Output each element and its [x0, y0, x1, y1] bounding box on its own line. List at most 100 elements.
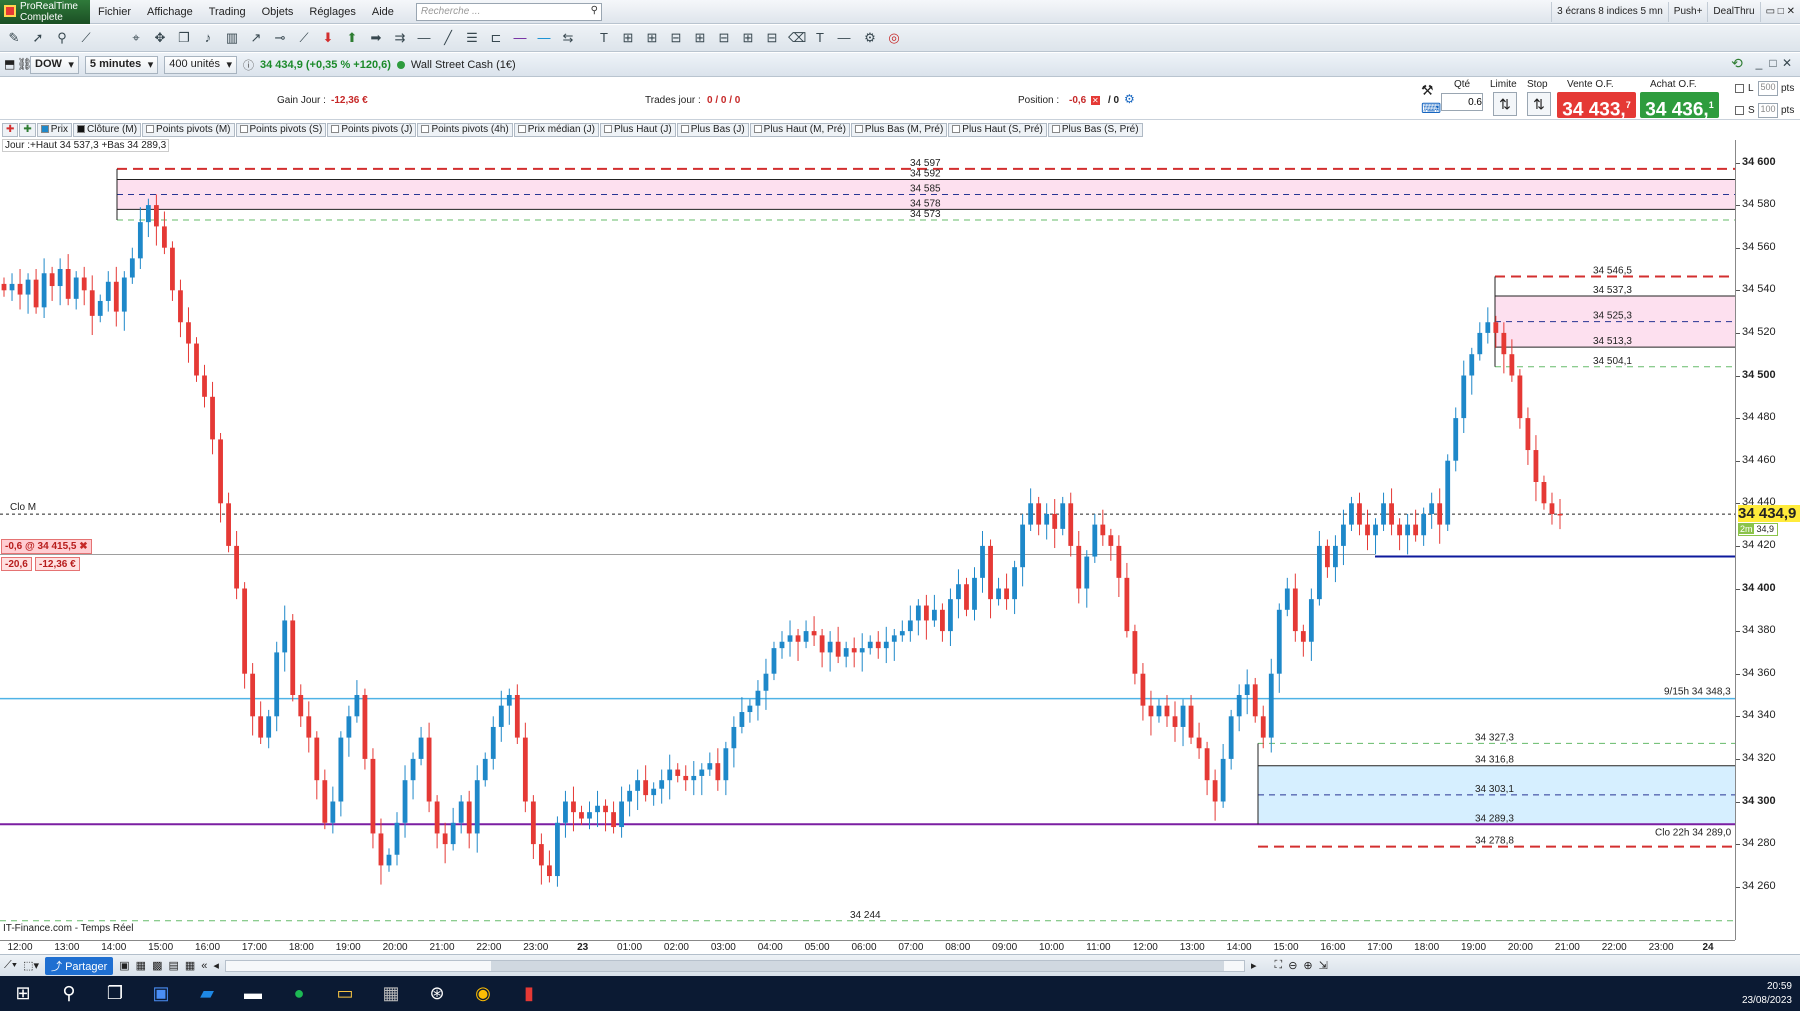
spotify-icon[interactable]: ●	[276, 976, 322, 1011]
zoom-in-icon[interactable]: ⊕	[1303, 959, 1312, 972]
grid-tool5-icon[interactable]: ⊟	[716, 31, 732, 45]
blue-line-icon[interactable]: —	[536, 31, 552, 45]
network-icon[interactable]: ⊛	[414, 976, 460, 1011]
trendline-icon[interactable]: ╱	[440, 31, 456, 45]
segment-icon[interactable]: ⊸	[272, 31, 288, 45]
trash-icon[interactable]: ▥	[224, 31, 240, 45]
grid-tool-icon[interactable]: ⊞	[620, 31, 636, 45]
search-input[interactable]: Recherche ... ⚲	[415, 2, 602, 21]
legend-plus-bas-j[interactable]: Plus Bas (J)	[676, 123, 749, 137]
legend-plus-haut-j[interactable]: Plus Haut (J)	[599, 123, 676, 137]
text-icon[interactable]: T	[596, 31, 612, 45]
outlook-icon[interactable]: ▰	[184, 976, 230, 1011]
line-icon[interactable]: ⟋	[296, 31, 312, 45]
wrench-icon[interactable]: ⚒	[1421, 82, 1434, 99]
calculator-icon[interactable]: ▦	[368, 976, 414, 1011]
grid-tool7-icon[interactable]: ⊟	[764, 31, 780, 45]
prorealtime-icon[interactable]: ▮	[506, 976, 552, 1011]
sell-button[interactable]: 34 433,7	[1557, 92, 1636, 120]
legend-pp-j[interactable]: Points pivots (J)	[327, 123, 417, 137]
screenshot-icon[interactable]: ▣	[119, 959, 129, 972]
price-chart[interactable]: 34 59734 592 34 585 34 57834 573 34 546,5 34…	[0, 140, 1735, 940]
zoom-fit-icon[interactable]: ⛶	[1274, 959, 1282, 972]
zoom-icon[interactable]: ⚲	[54, 31, 70, 45]
scroll-back-icon[interactable]: ◂	[213, 959, 219, 972]
grid-tool3-icon[interactable]: ⊟	[668, 31, 684, 45]
auto-scale-icon[interactable]: ⇲	[1319, 959, 1328, 972]
qty-input[interactable]	[1441, 93, 1483, 111]
copy-icon[interactable]: ❐	[176, 31, 192, 45]
horizontal-line-icon[interactable]: —	[416, 31, 432, 45]
menu-trading[interactable]: Trading	[201, 6, 254, 18]
units-dropdown[interactable]: 400 unités	[164, 55, 238, 74]
right-arrow-icon[interactable]: ➡	[368, 31, 384, 45]
zoom-out-icon[interactable]: ⊖	[1288, 959, 1297, 972]
grid-icon[interactable]: ▩	[152, 959, 162, 972]
magnet-icon[interactable]: ⌖	[128, 31, 144, 45]
pencil-icon[interactable]: ✎	[6, 31, 22, 45]
dash-icon[interactable]: —	[836, 31, 852, 45]
menu-affichage[interactable]: Affichage	[139, 6, 201, 18]
l-checkbox[interactable]	[1735, 84, 1744, 93]
legend-plus-bas-m[interactable]: Plus Bas (M, Pré)	[850, 123, 948, 137]
legend-plus-haut-s[interactable]: Plus Haut (S, Pré)	[948, 123, 1047, 137]
eraser-icon[interactable]: ⌫	[788, 31, 806, 45]
chrome-icon[interactable]: ◉	[460, 976, 506, 1011]
grid-tool4-icon[interactable]: ⊞	[692, 31, 708, 45]
search-icon[interactable]: ⚲	[46, 976, 92, 1011]
chart-type-icon[interactable]: ⬒	[4, 57, 15, 71]
search-icon[interactable]: ⚲	[591, 5, 598, 16]
l-pts-input[interactable]: 500	[1758, 81, 1778, 96]
refresh-icon[interactable]: ⟲	[1730, 55, 1744, 71]
menu-aide[interactable]: Aide	[364, 6, 402, 18]
legend-prix-median[interactable]: Prix médian (J)	[513, 123, 599, 137]
share-button[interactable]: ⤴ Partager	[45, 956, 114, 975]
scroll-forward-icon[interactable]: ▸	[1251, 959, 1257, 972]
minimize-icon[interactable]: _	[1752, 56, 1766, 70]
s-checkbox[interactable]	[1735, 106, 1744, 115]
target-icon[interactable]: ◎	[886, 31, 902, 45]
info-icon[interactable]: ⓘ	[243, 57, 254, 73]
menu-fichier[interactable]: Fichier	[90, 6, 139, 18]
period-dropdown[interactable]: 5 minutes	[84, 55, 159, 74]
window-controls[interactable]: ▭ □ ✕	[1759, 1, 1800, 22]
legend-cloture-m[interactable]: Clôture (M)	[73, 123, 142, 137]
fibonacci-icon[interactable]: ☰	[464, 31, 480, 45]
scroll-left-icon[interactable]: «	[201, 960, 207, 972]
push-button[interactable]: Push+	[1667, 1, 1708, 22]
settings-gear-icon[interactable]: ⚙	[1124, 92, 1135, 106]
close-position-icon[interactable]: ✕	[1091, 96, 1100, 105]
close-position-x-icon[interactable]: ✖	[79, 541, 87, 552]
purple-line-icon[interactable]: —	[512, 31, 528, 45]
maximize-icon[interactable]: □	[1766, 56, 1780, 70]
channel-icon[interactable]: ⇉	[392, 31, 408, 45]
grid-tool6-icon[interactable]: ⊞	[740, 31, 756, 45]
cursor-icon[interactable]: ➚	[30, 31, 46, 45]
arrow-icon[interactable]: ↗	[248, 31, 264, 45]
window-icon[interactable]: ▤	[168, 959, 178, 972]
scrollbar-thumb[interactable]	[490, 960, 1224, 971]
limit-order-button[interactable]: ⇅	[1493, 92, 1517, 116]
chart-style-icon[interactable]: ⟋▾	[4, 959, 17, 972]
menu-reglages[interactable]: Réglages	[301, 6, 363, 18]
grid-tool2-icon[interactable]: ⊞	[644, 31, 660, 45]
keyboard-icon[interactable]: ⌨	[1421, 100, 1441, 117]
down-arrow-icon[interactable]: ⬇	[320, 31, 336, 45]
price-axis[interactable]: 34 600 34 580 34 560 34 540 34 520 34 500 34 4…	[1735, 140, 1800, 940]
legend-pp-m[interactable]: Points pivots (M)	[142, 123, 235, 137]
stop-order-button[interactable]: ⇅	[1527, 92, 1551, 116]
legend-plus-bas-s[interactable]: Plus Bas (S, Pré)	[1047, 123, 1143, 137]
symbol-dropdown[interactable]: DOW	[30, 55, 79, 74]
task-view-icon[interactable]: ❐	[92, 976, 138, 1011]
add-overlay-icon[interactable]: ✚	[19, 123, 36, 137]
indicator-icon[interactable]: ⬚▾	[23, 959, 39, 972]
bracket-icon[interactable]: ⊏	[488, 31, 504, 45]
legend-prix[interactable]: Prix	[36, 123, 73, 137]
alert-bell-icon[interactable]: ♪	[200, 31, 216, 45]
s-pts-input[interactable]: 100	[1758, 103, 1778, 118]
text-box-icon[interactable]: T	[812, 31, 828, 45]
add-indicator-icon[interactable]: ✚	[2, 123, 19, 137]
close-icon[interactable]: ✕	[1780, 56, 1794, 70]
up-arrow-icon[interactable]: ⬆	[344, 31, 360, 45]
buy-button[interactable]: 34 436,1	[1640, 92, 1719, 120]
